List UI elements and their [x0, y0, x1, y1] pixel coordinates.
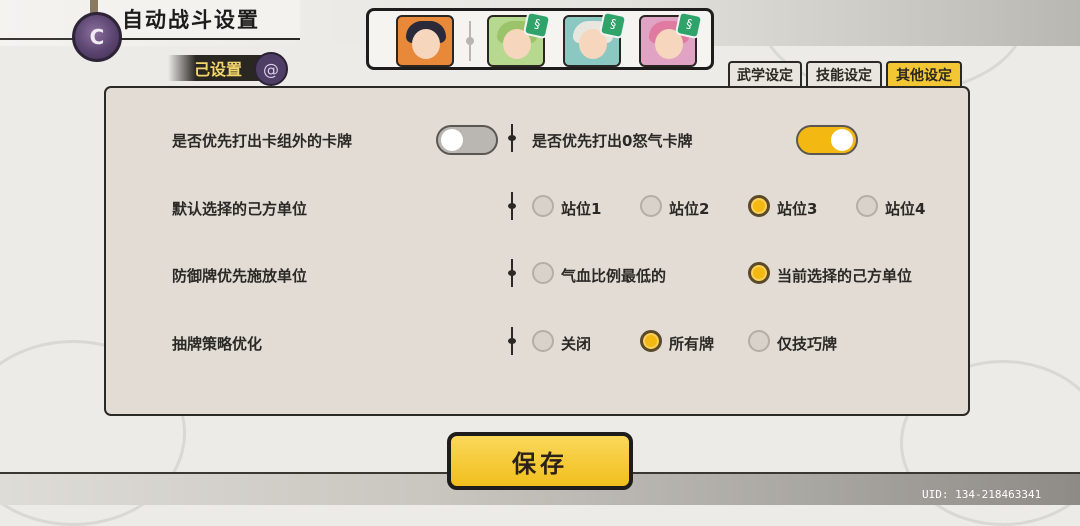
element-badge-icon: §: [598, 10, 628, 40]
radio-slot-1[interactable]: [532, 195, 554, 217]
back-badge-icon[interactable]: C: [72, 12, 122, 62]
toggle-play-outside-deck[interactable]: [436, 125, 498, 155]
radio-slot-4[interactable]: [856, 195, 878, 217]
toggle-zero-rage-first[interactable]: [796, 125, 858, 155]
setting-label-zero-rage-first: 是否优先打出0怒气卡牌: [532, 132, 693, 150]
radio-draw-skill-only[interactable]: [748, 330, 770, 352]
radio-draw-all-cards[interactable]: [640, 330, 662, 352]
hero-portrait-1[interactable]: [396, 15, 454, 67]
save-button[interactable]: 保存: [447, 432, 633, 490]
setting-label-defense-target: 防御牌优先施放单位: [172, 267, 308, 285]
radio-label-draw-all-cards: 所有牌: [669, 335, 715, 353]
radio-label-slot-4: 站位4: [885, 200, 926, 218]
radio-label-current-selected-unit: 当前选择的己方单位: [777, 267, 913, 285]
page-title: 自动战斗设置: [122, 8, 260, 32]
radio-slot-3[interactable]: [748, 195, 770, 217]
radio-label-draw-off: 关闭: [561, 335, 592, 353]
radio-label-draw-skill-only: 仅技巧牌: [777, 335, 838, 353]
row-divider: [508, 192, 516, 220]
radio-label-slot-3: 站位3: [777, 200, 818, 218]
radio-slot-2[interactable]: [640, 195, 662, 217]
toggle-knob: [831, 129, 853, 151]
toggle-knob: [441, 129, 463, 151]
row-divider: [508, 327, 516, 355]
setting-label-default-unit: 默认选择的己方单位: [172, 200, 308, 218]
hero-portrait-2[interactable]: §: [487, 10, 552, 67]
team-separator-dot: [466, 37, 474, 45]
swirl-icon[interactable]: @: [254, 52, 288, 86]
uid-text: UID: 134-218463341: [922, 488, 1042, 501]
hero-portrait-4[interactable]: §: [639, 10, 704, 67]
row-divider: [508, 259, 516, 287]
radio-label-lowest-hp: 气血比例最低的: [561, 267, 667, 285]
settings-panel: 是否优先打出卡组外的卡牌 是否优先打出0怒气卡牌 默认选择的己方单位 站位1 站…: [104, 86, 970, 416]
hero-portrait-3[interactable]: §: [563, 10, 628, 67]
radio-lowest-hp[interactable]: [532, 262, 554, 284]
radio-current-selected-unit[interactable]: [748, 262, 770, 284]
element-badge-icon: §: [522, 10, 552, 40]
radio-draw-off[interactable]: [532, 330, 554, 352]
element-badge-icon: §: [674, 10, 704, 40]
hero-face: [412, 29, 440, 59]
team-bar: § § §: [366, 8, 714, 70]
setting-label-play-outside-deck: 是否优先打出卡组外的卡牌: [172, 132, 353, 150]
setting-label-draw-strategy: 抽牌策略优化: [172, 335, 263, 353]
row-divider: [508, 124, 516, 152]
tab-other-settings[interactable]: 其他设定: [886, 61, 962, 86]
tab-skill-settings[interactable]: 技能设定: [806, 61, 882, 86]
radio-label-slot-1: 站位1: [561, 200, 602, 218]
radio-label-slot-2: 站位2: [669, 200, 710, 218]
tab-martial-settings[interactable]: 武学设定: [728, 61, 802, 86]
